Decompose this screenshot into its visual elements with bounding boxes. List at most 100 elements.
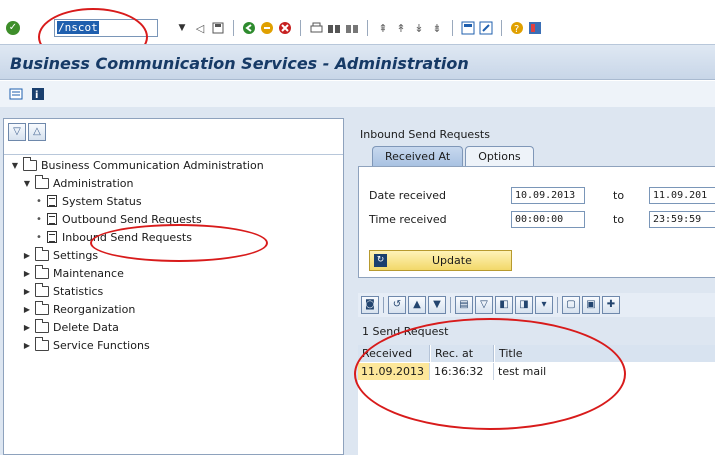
find-next-icon[interactable]: [344, 20, 360, 36]
folder-icon: [35, 318, 49, 333]
shortcut-icon[interactable]: [478, 20, 494, 36]
grid-cell-title[interactable]: test mail: [495, 363, 715, 380]
last-page-icon[interactable]: ⇟: [429, 20, 445, 36]
tree-item-inbound-send-requests[interactable]: • Inbound Send Requests: [34, 228, 192, 246]
result-count: 1 Send Request: [362, 325, 449, 338]
folder-icon: [35, 336, 49, 351]
column-header-title[interactable]: Title: [495, 345, 715, 362]
tree-node-label: Delete Data: [53, 320, 119, 334]
tree-node-label: System Status: [62, 194, 142, 208]
toolbar-separator: [557, 297, 558, 313]
tree-node-label: Reorganization: [53, 302, 136, 316]
collapse-all-button[interactable]: △: [28, 123, 46, 141]
update-button[interactable]: ↻ Update: [369, 250, 512, 271]
time-from-field[interactable]: 00:00:00: [511, 211, 585, 228]
tree-node-delete-data[interactable]: ▶ Delete Data: [22, 318, 119, 336]
command-field[interactable]: /nscot: [54, 19, 158, 37]
layout-icon[interactable]: [8, 86, 24, 102]
tree-node-administration[interactable]: ▼ Administration: [22, 174, 134, 192]
time-to-label: to: [613, 213, 625, 226]
leaf-bullet-icon: •: [36, 231, 42, 243]
navigation-tree: ▽ △ ▼ Business Communication Administrat…: [3, 118, 344, 455]
grid-cell-rec-at[interactable]: 16:36:32: [431, 363, 494, 380]
collapsed-triangle-icon[interactable]: ▶: [22, 305, 32, 314]
time-received-label: Time received: [369, 213, 447, 226]
open-folder-icon: [23, 156, 37, 171]
enter-icon[interactable]: ✓: [6, 21, 20, 35]
tree-node-root[interactable]: ▼ Business Communication Administration: [10, 156, 264, 174]
help-icon[interactable]: ?: [509, 20, 525, 36]
tree-node-label: Business Communication Administration: [41, 158, 264, 172]
refresh-icon[interactable]: ↺: [388, 296, 406, 314]
cancel-icon[interactable]: [277, 20, 293, 36]
send-request-grid: Received Rec. at Title 11.09.2013 16:36:…: [358, 345, 715, 455]
more-icon[interactable]: ✚: [602, 296, 620, 314]
folder-icon: [35, 264, 49, 279]
back-icon[interactable]: ◁: [192, 20, 208, 36]
tree-node-service-functions[interactable]: ▶ Service Functions: [22, 336, 150, 354]
print-icon[interactable]: ▤: [455, 296, 473, 314]
tab-received-at[interactable]: Received At: [372, 146, 464, 166]
tree-node-maintenance[interactable]: ▶ Maintenance: [22, 264, 124, 282]
date-received-label: Date received: [369, 189, 446, 202]
find-icon[interactable]: [326, 20, 342, 36]
find-icon[interactable]: ◧: [495, 296, 513, 314]
tree-item-outbound-send-requests[interactable]: • Outbound Send Requests: [34, 210, 202, 228]
new-session-icon[interactable]: [460, 20, 476, 36]
details-icon[interactable]: ◙: [361, 296, 379, 314]
collapsed-triangle-icon[interactable]: ▶: [22, 323, 32, 332]
tree-node-statistics[interactable]: ▶ Statistics: [22, 282, 103, 300]
page-title: Business Communication Services - Admini…: [10, 54, 469, 73]
tree-node-settings[interactable]: ▶ Settings: [22, 246, 98, 264]
exit-icon[interactable]: [259, 20, 275, 36]
filter-dropdown-icon[interactable]: ▾: [535, 296, 553, 314]
prev-page-icon[interactable]: ↟: [393, 20, 409, 36]
next-page-icon[interactable]: ↡: [411, 20, 427, 36]
collapsed-triangle-icon[interactable]: ▶: [22, 251, 32, 260]
expanded-triangle-icon[interactable]: ▼: [22, 179, 32, 188]
tab-options[interactable]: Options: [465, 146, 534, 166]
back-green-icon[interactable]: [241, 20, 257, 36]
export-icon[interactable]: ▢: [562, 296, 580, 314]
toolbar-separator: [501, 20, 502, 36]
time-to-field[interactable]: 23:59:59: [649, 211, 715, 228]
section-heading: Inbound Send Requests: [360, 128, 490, 141]
svg-text:?: ?: [514, 24, 519, 35]
expanded-triangle-icon[interactable]: ▼: [10, 161, 20, 170]
layout-icon[interactable]: ▣: [582, 296, 600, 314]
grid-cell-received[interactable]: 11.09.2013: [358, 363, 430, 380]
tree-node-label: Service Functions: [53, 338, 150, 352]
command-field-value: /nscot: [57, 21, 99, 34]
svg-text:i: i: [35, 90, 38, 101]
first-page-icon[interactable]: ⇞: [375, 20, 391, 36]
toolbar-separator: [300, 20, 301, 36]
tree-item-system-status[interactable]: • System Status: [34, 192, 142, 210]
date-to-field[interactable]: 11.09.201: [649, 187, 715, 204]
open-folder-icon: [35, 174, 49, 189]
find-next-icon[interactable]: ◨: [515, 296, 533, 314]
leaf-bullet-icon: •: [36, 195, 42, 207]
print-icon[interactable]: [308, 20, 324, 36]
application-toolbar: i: [0, 81, 715, 107]
sort-ascending-icon[interactable]: ▲: [408, 296, 426, 314]
update-button-label: Update: [432, 254, 472, 267]
title-bar: Business Communication Services - Admini…: [0, 44, 715, 80]
toolbar-separator: [233, 20, 234, 36]
filter-icon[interactable]: ▽: [475, 296, 493, 314]
column-header-rec-at[interactable]: Rec. at: [431, 345, 494, 362]
collapsed-triangle-icon[interactable]: ▶: [22, 269, 32, 278]
tree-node-reorganization[interactable]: ▶ Reorganization: [22, 300, 135, 318]
expand-all-button[interactable]: ▽: [8, 123, 26, 141]
sort-descending-icon[interactable]: ▼: [428, 296, 446, 314]
info-icon[interactable]: i: [30, 86, 46, 102]
folder-icon: [35, 282, 49, 297]
column-header-received[interactable]: Received: [358, 345, 430, 362]
collapsed-triangle-icon[interactable]: ▶: [22, 287, 32, 296]
command-field-dropdown-icon[interactable]: ▼: [176, 19, 188, 37]
collapsed-triangle-icon[interactable]: ▶: [22, 341, 32, 350]
document-icon: [47, 213, 57, 225]
date-from-field[interactable]: 10.09.2013: [511, 187, 585, 204]
tree-node-label: Maintenance: [53, 266, 124, 280]
layout-icon[interactable]: [527, 20, 543, 36]
save-icon[interactable]: [210, 20, 226, 36]
